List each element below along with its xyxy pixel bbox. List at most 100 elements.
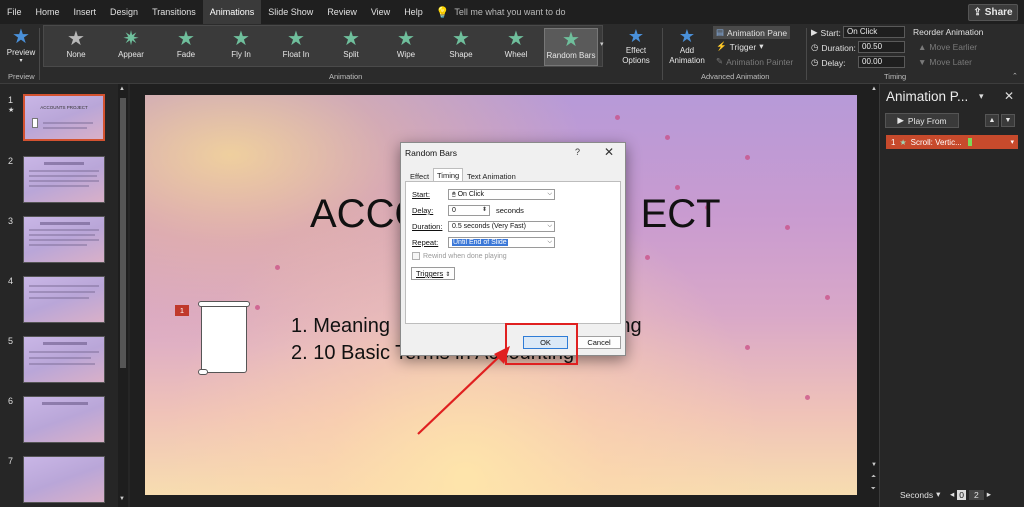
anim-wheel[interactable]: ★ Wheel [489,28,543,66]
slide-scrollbar[interactable]: ▲ ▼ ⏶ ⏷ [870,84,879,507]
menu-insert[interactable]: Insert [67,0,104,24]
menu-file[interactable]: File [0,0,29,24]
delay-input[interactable]: 0 ⬍ [448,205,490,216]
menu-view[interactable]: View [364,0,397,24]
play-from-button[interactable]: ▶ Play From [885,113,959,128]
effect-options-button[interactable]: ★ Effect Options [616,26,656,70]
anim-random-bars[interactable]: ★ Random Bars [544,28,598,66]
tell-me-search[interactable]: 💡 Tell me what you want to do [436,6,566,19]
duration-value: 00.50 [862,42,883,51]
effect-options-icon: ★ [627,26,645,46]
anim-fade[interactable]: ★ Fade [159,28,213,66]
cancel-button[interactable]: Cancel [577,336,621,349]
menu-transitions[interactable]: Transitions [145,0,203,24]
start-dropdown[interactable]: On Click [843,26,905,38]
advanced-group-label: Advanced Animation [701,72,770,81]
thumb-line [43,127,87,129]
chevron-down-icon: ⌵ [547,223,552,229]
scroll-down-icon[interactable]: ▼ [119,496,125,502]
anim-none[interactable]: ★ None [49,28,103,66]
petal-decoration [805,395,810,400]
duration-input[interactable]: 00.50 [858,41,905,53]
slide-thumb-1[interactable]: ACCOUNTS PROJECT [23,94,105,141]
move-down-button[interactable]: ▼ [1001,114,1015,127]
prev-slide-icon[interactable]: ⏶ [871,474,876,481]
help-button[interactable]: ? [575,147,580,157]
timeline-zoom[interactable]: ◂ 0 2 ▸ [950,489,991,500]
anim-split[interactable]: ★ Split [324,28,378,66]
dialog-close-button[interactable]: ✕ [604,145,614,159]
anim-shape[interactable]: ★ Shape [434,28,488,66]
scroll-shape[interactable] [198,301,250,375]
move-earlier-button[interactable]: ▲ Move Earlier [918,42,977,52]
slide-thumb-3[interactable] [23,216,105,263]
duration-label: Duration: [412,222,442,231]
duration-label-text: Duration: [412,222,443,231]
duration-dropdown[interactable]: 0.5 seconds (Very Fast) ⌵ [448,221,555,232]
bullet-2-left: 2. 10 Basic [291,342,390,364]
left-arrow-icon: ◂ [950,489,955,499]
trigger-button[interactable]: ⚡ Trigger ▾ [716,41,763,52]
scroll-up-icon[interactable]: ▲ [871,86,877,92]
animation-painter-button[interactable]: ✎ Animation Painter [716,56,793,67]
menu-help[interactable]: Help [397,0,430,24]
pane-options-icon[interactable]: ▾ [979,91,984,102]
anim-float-in[interactable]: ★ Float In [269,28,323,66]
animation-list-item[interactable]: 1 ★ Scroll: Vertic... ▾ [886,135,1018,149]
repeat-dropdown[interactable]: Until End of Slide ⌵ [448,237,555,248]
start-label: Start: [412,190,430,199]
thumb-line [29,297,89,299]
tab-timing[interactable]: Timing [433,168,464,182]
animation-order-tag[interactable]: 1 [175,305,189,316]
thumbnails-scrollbar[interactable]: ▲ ▼ [118,84,128,507]
scroll-up-icon[interactable]: ▲ [119,86,125,92]
menu-home[interactable]: Home [29,0,67,24]
add-animation-icon: ★ [678,26,696,46]
menu-animations[interactable]: Animations [202,0,262,24]
star-icon: ✷ [122,28,140,50]
play-from-label: Play From [907,115,947,126]
effect-options-label: Effect Options [622,46,650,65]
share-button[interactable]: ⇪ Share [968,4,1018,21]
slide-thumb-5[interactable] [23,336,105,383]
play-icon: ▶ [897,115,904,125]
anim-wipe[interactable]: ★ Wipe [379,28,433,66]
menu-design[interactable]: Design [103,0,145,24]
slide-thumb-6[interactable] [23,396,105,443]
rewind-checkbox[interactable]: Rewind when done playing [412,252,507,260]
anim-fly-in[interactable]: ★ Fly In [214,28,268,66]
share-label: Share [984,7,1013,18]
petal-decoration [675,185,680,190]
gallery-more-icon[interactable]: ▾ [600,40,604,48]
next-slide-icon[interactable]: ⏷ [871,486,876,493]
slide-thumb-4[interactable] [23,276,105,323]
seconds-dropdown[interactable]: Seconds ▾ [900,489,940,500]
scroll-thumb[interactable] [120,98,126,368]
slide-thumb-7[interactable] [23,456,105,503]
animation-pane-button[interactable]: ▤ Animation Pane [713,26,791,39]
close-icon[interactable]: ✕ [1004,89,1014,103]
star-icon: ★ [507,28,525,50]
anim-appear[interactable]: ✷ Appear [104,28,158,66]
thumb-title: ACCOUNTS PROJECT [40,105,88,110]
menu-slide-show[interactable]: Slide Show [261,0,320,24]
preview-star-icon: ★ [12,26,30,48]
star-icon: ★ [287,28,305,50]
triggers-button[interactable]: Triggers ⇕ [411,267,455,280]
spinner-icon: ⬍ [481,207,487,213]
move-up-button[interactable]: ▲ [985,114,999,127]
delay-unit: seconds [496,206,524,215]
collapse-ribbon-icon[interactable]: ⌃ [1012,72,1018,80]
menu-review[interactable]: Review [320,0,364,24]
trigger-icon: ⚡ [716,41,727,51]
move-later-button[interactable]: ▼ Move Later [918,57,972,67]
preview-button[interactable]: ★ Preview ▾ [6,26,36,70]
start-dropdown[interactable]: 🖱 On Click ⌵ [448,189,555,200]
repeat-value: Until End of Slide [452,239,508,246]
add-animation-button[interactable]: ★ Add Animation [667,26,707,70]
slide-number: 7 [8,456,14,466]
slide-thumb-2[interactable] [23,156,105,203]
thumb-line [29,229,99,231]
scroll-down-icon[interactable]: ▼ [871,462,877,468]
delay-input[interactable]: 00.00 [858,56,905,68]
